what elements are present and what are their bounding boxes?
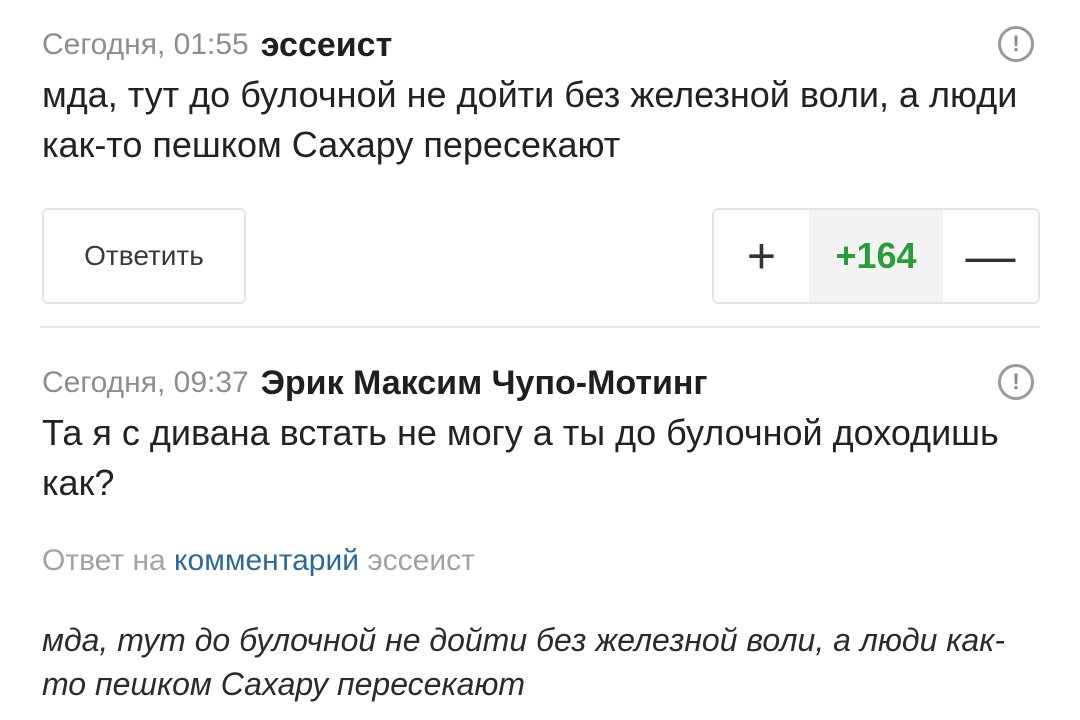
comment-text: Та я с дивана встать не могу а ты до бул… <box>42 412 999 503</box>
reply-to-prefix: Ответ на <box>42 544 166 577</box>
comment-author[interactable]: эссеист <box>261 26 393 65</box>
reply-to-author: эссеист <box>367 544 475 577</box>
comment-text: мда, тут до булочной не дойти без железн… <box>42 74 1018 165</box>
comment-header: Сегодня, 09:37 Эрик Максим Чупо-Мотинг <box>42 360 1040 406</box>
downvote-button[interactable]: — <box>943 210 1038 302</box>
upvote-button[interactable]: + <box>714 210 809 302</box>
report-icon[interactable]: ! <box>998 364 1034 400</box>
report-icon[interactable]: ! <box>998 26 1034 62</box>
comment-timestamp: Сегодня, 09:37 <box>42 366 249 399</box>
vote-score: +164 <box>809 210 943 302</box>
reply-button[interactable]: Ответить <box>42 208 246 304</box>
reply-to-line: Ответ на комментарий эссеист <box>42 544 1040 578</box>
comment-author[interactable]: Эрик Максим Чупо-Мотинг <box>261 364 708 403</box>
quoted-comment: мда, тут до булочной не дойти без железн… <box>42 622 1005 702</box>
comment-2: Сегодня, 09:37 Эрик Максим Чупо-Мотинг !… <box>42 360 1040 706</box>
vote-widget: + +164 — <box>712 208 1040 304</box>
reply-to-comment-link[interactable]: комментарий <box>174 544 359 577</box>
comment-divider <box>40 326 1040 328</box>
comment-header: Сегодня, 01:55 эссеист <box>42 22 1040 68</box>
comment-1: Сегодня, 01:55 эссеист ! мда, тут до бул… <box>42 22 1040 304</box>
comment-actions: Ответить + +164 — <box>42 208 1040 304</box>
comment-timestamp: Сегодня, 01:55 <box>42 28 249 61</box>
